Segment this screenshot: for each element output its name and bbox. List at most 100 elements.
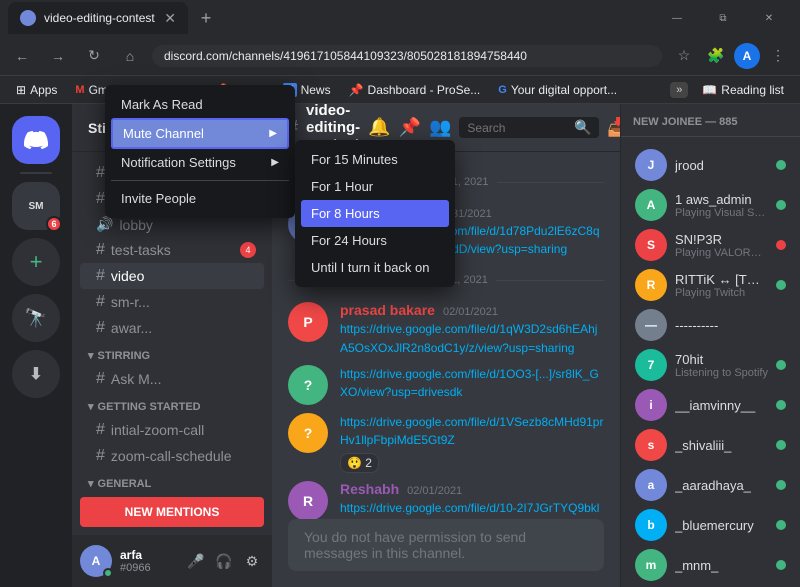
refresh-button[interactable]: ↻ — [80, 42, 108, 70]
member-name: RITTiK ↔ [THE KNIG... — [675, 272, 768, 287]
home-button[interactable]: ⌂ — [116, 42, 144, 70]
server-icon-stirring[interactable]: SM 6 — [12, 182, 60, 230]
minimize-button[interactable]: — — [654, 2, 700, 34]
server-add-icon[interactable]: + — [12, 238, 60, 286]
category-getting-started[interactable]: ▾ GETTING STARTED — [72, 392, 272, 417]
submenu-24hours[interactable]: For 24 Hours — [301, 227, 449, 254]
message-content: Reshabh 02/01/2021 https://drive.google.… — [340, 481, 604, 519]
star-icon[interactable]: ☆ — [670, 42, 698, 70]
forward-button[interactable]: → — [44, 42, 72, 70]
category-general[interactable]: ▾ GENERAL — [72, 469, 272, 489]
channel-item-ask-m[interactable]: # Ask M... — [80, 366, 264, 392]
user-info: arfa #0966 — [120, 548, 176, 574]
pin-icon[interactable]: 📌 — [399, 117, 421, 138]
channel-item-intial-zoom[interactable]: # intial-zoom-call — [80, 417, 264, 443]
reading-list-button[interactable]: 📖 Reading list — [694, 81, 792, 99]
address-input[interactable] — [152, 45, 662, 67]
discord-home-icon[interactable] — [12, 116, 60, 164]
member-item-70hit[interactable]: 7 70hit Listening to Spotify — [625, 345, 796, 385]
search-input[interactable] — [467, 121, 570, 135]
submenu-1hour[interactable]: For 1 Hour — [301, 173, 449, 200]
restore-button[interactable]: ⧉ — [700, 2, 746, 34]
bookmark-dashboard[interactable]: 📌 Dashboard - ProSe... — [341, 81, 489, 99]
message-link[interactable]: https://drive.google.com/file/d/1OO3-[..… — [340, 367, 599, 399]
category-label: STIRRING — [98, 350, 151, 362]
download-icon[interactable]: ⬇ — [12, 350, 60, 398]
submenu-8hours[interactable]: For 8 Hours — [301, 200, 449, 227]
explore-servers-icon[interactable]: 🔭 — [12, 294, 60, 342]
submenu-15min[interactable]: For 15 Minutes — [301, 146, 449, 173]
channel-item-test-tasks[interactable]: # test-tasks 4 — [80, 237, 264, 263]
tab-favicon — [20, 10, 36, 26]
members-icon[interactable]: 👥 — [429, 117, 451, 138]
member-item-rittik[interactable]: R RITTiK ↔ [THE KNIG... Playing Twitch — [625, 265, 796, 305]
message-header: Reshabh 02/01/2021 — [340, 481, 604, 497]
message-content: https://drive.google.com/file/d/1VSezb8c… — [340, 413, 604, 473]
bookmark-apps[interactable]: ⊞ Apps — [8, 81, 65, 99]
member-item-aaradhaya[interactable]: a _aaradhaya_ — [625, 465, 796, 505]
member-item-aws-admin[interactable]: A 1 aws_admin Playing Visual Studio Code — [625, 185, 796, 225]
menu-icon[interactable]: ⋮ — [764, 42, 792, 70]
message-reaction[interactable]: 😲 2 — [340, 453, 379, 473]
channel-item-awar[interactable]: # awar... — [80, 315, 264, 341]
channel-item-video[interactable]: # video — [80, 263, 264, 289]
message-prasad: P prasad bakare 02/01/2021 https://drive… — [288, 302, 604, 356]
member-info: __iamvinny__ — [675, 398, 768, 413]
close-button[interactable]: ✕ — [746, 2, 792, 34]
tab-close-button[interactable]: ✕ — [164, 10, 176, 27]
member-item-mnm[interactable]: m _mnm_ — [625, 545, 796, 585]
context-menu-item-mute-channel[interactable]: Mute Channel ▶ — [272, 118, 289, 149]
message-link[interactable]: https://drive.google.com/file/d/1VSezb8c… — [340, 415, 603, 447]
bookmark-dashboard-label: Dashboard - ProSe... — [368, 83, 481, 97]
member-item-sn1p3r[interactable]: S SN!P3R Playing VALORANT — [625, 225, 796, 265]
message-content: prasad bakare 02/01/2021 https://drive.g… — [340, 302, 604, 356]
member-item-bluemercury[interactable]: b _bluemercury — [625, 505, 796, 545]
member-status: Playing Visual Studio Code — [675, 207, 768, 219]
profile-button[interactable]: A — [734, 43, 760, 69]
submenu-until-off[interactable]: Until I turn it back on — [301, 254, 449, 281]
tab-bar: video-editing-contest ✕ + — ⧉ ✕ — [0, 0, 800, 36]
message-link[interactable]: https://drive.google.com/file/d/10-2I7JG… — [340, 501, 599, 519]
user-discriminator: #0966 — [120, 562, 176, 574]
member-avatar: J — [635, 149, 667, 181]
member-info: RITTiK ↔ [THE KNIG... Playing Twitch — [675, 272, 768, 299]
member-status: Listening to Spotify — [675, 367, 768, 379]
message-avatar: ? — [288, 413, 328, 453]
category-stirring[interactable]: ▾ STIRRING — [72, 341, 272, 366]
bell-icon[interactable]: 🔔 — [368, 117, 390, 138]
status-indicator — [776, 560, 786, 570]
hash-icon: # — [96, 293, 105, 311]
member-status: Playing VALORANT — [675, 247, 768, 259]
channel-item-zoom-schedule[interactable]: # zoom-call-schedule — [80, 443, 264, 469]
member-item-dash[interactable]: — ---------- — [625, 305, 796, 345]
bookmark-digital[interactable]: G Your digital opport... — [490, 81, 625, 99]
overflow-button[interactable]: » — [670, 82, 688, 98]
channel-name: intial-zoom-call — [111, 422, 204, 438]
context-menu-item-invite-people[interactable]: Invite People — [272, 185, 289, 212]
speaker-icon: 🔊 — [96, 216, 113, 233]
deafen-button[interactable]: 🎧 — [212, 549, 236, 573]
search-icon: 🔍 — [574, 119, 591, 136]
context-menu[interactable]: Mark As Read Mute Channel ▶ Notification… — [272, 104, 295, 218]
settings-button[interactable]: ⚙ — [240, 549, 264, 573]
context-menu-item-mark-as-read[interactable]: Mark As Read — [272, 104, 289, 118]
message-link[interactable]: https://drive.google.com/file/d/1qW3D2sd… — [340, 322, 597, 354]
chat-area: # video-editing-contest 🔔 📌 👥 🔍 📥 ❓ Janu… — [272, 104, 620, 587]
new-mentions-button[interactable]: NEW MENTIONS — [80, 497, 264, 527]
member-avatar: i — [635, 389, 667, 421]
member-item-iamvinny[interactable]: i __iamvinny__ — [625, 385, 796, 425]
new-tab-button[interactable]: + — [192, 4, 220, 32]
search-box[interactable]: 🔍 — [459, 117, 599, 138]
active-tab[interactable]: video-editing-contest ✕ — [8, 2, 188, 34]
message-text: https://drive.google.com/file/d/10-2I7JG… — [340, 499, 604, 519]
context-menu-item-notification-settings[interactable]: Notification Settings ▶ — [272, 149, 289, 176]
extensions-icon[interactable]: 🧩 — [702, 42, 730, 70]
back-button[interactable]: ← — [8, 42, 36, 70]
mute-button[interactable]: 🎤 — [184, 549, 208, 573]
message-text: https://drive.google.com/file/d/1OO3-[..… — [340, 365, 604, 401]
member-item-jrood[interactable]: J jrood — [625, 145, 796, 185]
channel-item-sm-r[interactable]: # sm-r... — [80, 289, 264, 315]
member-item-shivaliii[interactable]: s _shivaliii_ — [625, 425, 796, 465]
inbox-icon[interactable]: 📥 — [607, 117, 620, 138]
category-label: GETTING STARTED — [98, 401, 201, 413]
